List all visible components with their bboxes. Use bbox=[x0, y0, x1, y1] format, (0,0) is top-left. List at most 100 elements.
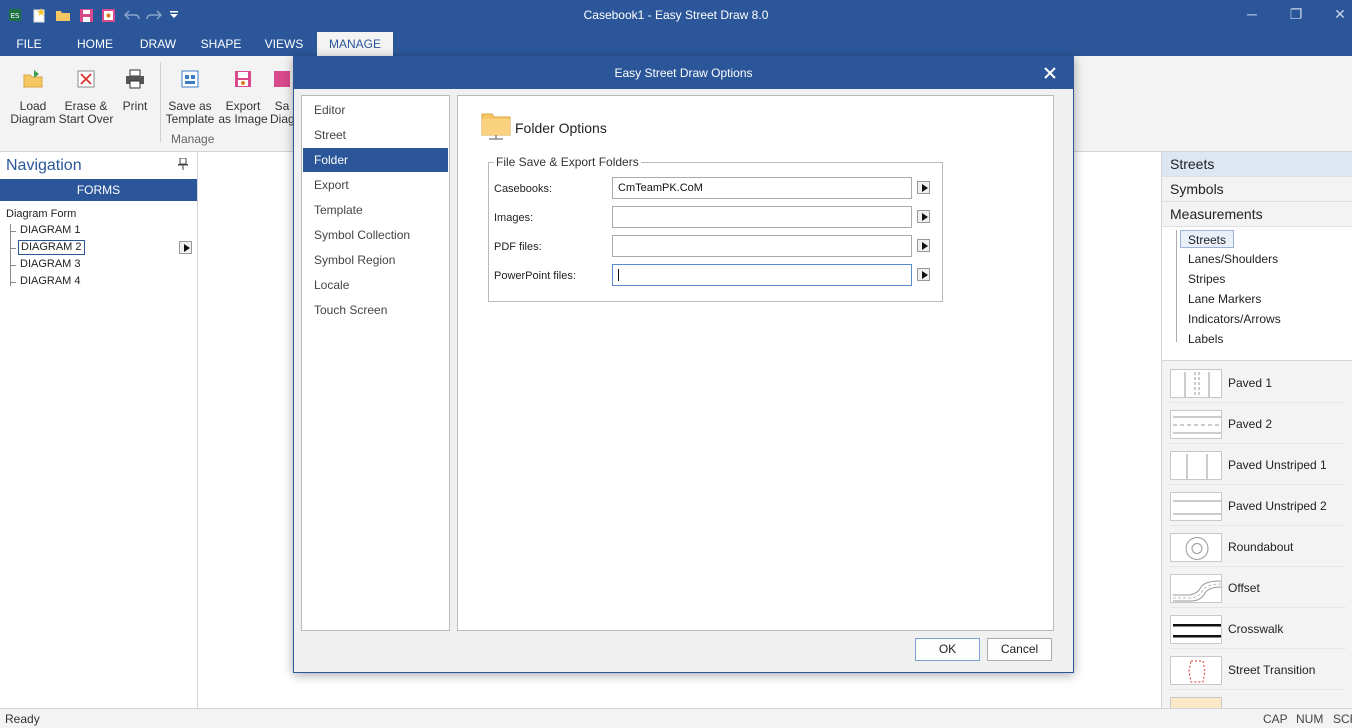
pdf-folder-input[interactable] bbox=[612, 235, 912, 257]
title-bar: ES Casebook1 - Easy Street Draw 8.0 ─ ❐ … bbox=[0, 0, 1352, 32]
option-category-editor[interactable]: Editor bbox=[303, 98, 448, 122]
shape-offset[interactable]: Offset bbox=[1170, 570, 1346, 608]
print-label: Print bbox=[122, 99, 148, 113]
subitem-indicators-arrows[interactable]: Indicators/Arrows bbox=[1188, 310, 1281, 328]
tab-views[interactable]: VIEWS bbox=[258, 32, 310, 56]
forms-header[interactable]: FORMS bbox=[0, 179, 197, 201]
shape-crosswalk[interactable]: Crosswalk bbox=[1170, 611, 1346, 649]
close-window-button[interactable]: ✕ bbox=[1330, 6, 1350, 24]
images-browse-arrow-icon[interactable] bbox=[917, 210, 930, 223]
ribbon-separator bbox=[160, 62, 161, 142]
paved-1-thumbnail bbox=[1170, 369, 1222, 398]
tree-item-diagram-3[interactable]: DIAGRAM 3 bbox=[18, 258, 83, 273]
paved-unstriped-1-thumbnail bbox=[1170, 451, 1222, 480]
shape-label: Offset bbox=[1228, 581, 1260, 595]
powerpoint-folder-input[interactable] bbox=[612, 264, 912, 286]
tree-item-diagram-2[interactable]: DIAGRAM 2 bbox=[18, 240, 85, 255]
option-category-touch-screen[interactable]: Touch Screen bbox=[303, 298, 448, 322]
shape-partial[interactable] bbox=[1170, 693, 1346, 709]
powerpoint-browse-arrow-icon[interactable] bbox=[917, 268, 930, 281]
scroll-lock-indicator: SCR bbox=[1333, 712, 1352, 726]
pdf-files-label: PDF files: bbox=[494, 241, 542, 253]
panel-title: Folder Options bbox=[515, 120, 607, 136]
category-measurements[interactable]: Measurements bbox=[1162, 202, 1352, 227]
erase-label-2: Start Over bbox=[58, 112, 114, 126]
dialog-title: Easy Street Draw Options bbox=[294, 57, 1073, 89]
save-diagram-button[interactable]: Sa Diag bbox=[270, 64, 294, 126]
category-symbols[interactable]: Symbols bbox=[1162, 177, 1352, 202]
casebooks-browse-arrow-icon[interactable] bbox=[917, 181, 930, 194]
tab-home[interactable]: HOME bbox=[68, 32, 122, 56]
status-bar: Ready CAP NUM SCR bbox=[0, 708, 1352, 728]
shape-gallery: Paved 1 Paved 2 Paved Unstriped 1 Paved … bbox=[1162, 360, 1352, 709]
tab-shape[interactable]: SHAPE bbox=[194, 32, 248, 56]
tree-connector bbox=[10, 224, 11, 286]
shape-street-transition[interactable]: Street Transition bbox=[1170, 652, 1346, 690]
tree-item-diagram-4[interactable]: DIAGRAM 4 bbox=[18, 275, 83, 290]
cancel-button[interactable]: Cancel bbox=[987, 638, 1052, 661]
caps-lock-indicator: CAP bbox=[1263, 712, 1288, 726]
shape-label: Crosswalk bbox=[1228, 622, 1284, 636]
shape-label: Street Transition bbox=[1228, 663, 1316, 677]
option-category-export[interactable]: Export bbox=[303, 173, 448, 197]
print-button[interactable]: Print bbox=[116, 64, 154, 113]
street-transition-thumbnail bbox=[1170, 656, 1222, 685]
shape-roundabout[interactable]: Roundabout bbox=[1170, 529, 1346, 567]
load-diagram-icon bbox=[22, 68, 44, 90]
tree-connector bbox=[10, 248, 16, 249]
subitem-labels[interactable]: Labels bbox=[1188, 330, 1223, 348]
tree-root-diagram-form[interactable]: Diagram Form bbox=[6, 208, 76, 220]
subitem-streets[interactable]: Streets bbox=[1180, 230, 1235, 248]
offset-thumbnail bbox=[1170, 574, 1222, 603]
subtree-connector bbox=[1176, 230, 1177, 342]
pdf-browse-arrow-icon[interactable] bbox=[917, 239, 930, 252]
tab-file[interactable]: FILE bbox=[8, 32, 50, 56]
paved-2-thumbnail bbox=[1170, 410, 1222, 439]
export-image-icon bbox=[232, 68, 254, 90]
option-category-template[interactable]: Template bbox=[303, 198, 448, 222]
roundabout-thumbnail bbox=[1170, 533, 1222, 562]
tree-item-diagram-1[interactable]: DIAGRAM 1 bbox=[18, 224, 83, 239]
save-diagram-label-2: Diag bbox=[270, 112, 294, 126]
option-category-symbol-region[interactable]: Symbol Region bbox=[303, 248, 448, 272]
erase-start-over-button[interactable]: Erase & Start Over bbox=[58, 64, 114, 126]
images-folder-input[interactable] bbox=[612, 206, 912, 228]
shape-paved-1[interactable]: Paved 1 bbox=[1170, 365, 1346, 403]
save-template-label-2: Template bbox=[165, 112, 215, 126]
restore-button[interactable]: ❐ bbox=[1286, 6, 1306, 24]
expand-arrow-icon[interactable] bbox=[179, 241, 192, 254]
ok-button[interactable]: OK bbox=[915, 638, 980, 661]
folder-icon bbox=[481, 110, 511, 140]
option-category-street[interactable]: Street bbox=[303, 123, 448, 147]
group-label-manage: Manage bbox=[171, 132, 215, 146]
tree-connector bbox=[10, 282, 16, 283]
option-category-folder[interactable]: Folder bbox=[303, 148, 448, 172]
option-category-locale[interactable]: Locale bbox=[303, 273, 448, 297]
casebooks-folder-input[interactable]: CmTeamPK.CoM bbox=[612, 177, 912, 199]
tab-draw[interactable]: DRAW bbox=[132, 32, 184, 56]
printer-icon bbox=[124, 68, 146, 90]
export-as-image-button[interactable]: Export as Image bbox=[217, 64, 269, 126]
shape-paved-unstriped-2[interactable]: Paved Unstriped 2 bbox=[1170, 488, 1346, 526]
paved-unstriped-2-thumbnail bbox=[1170, 492, 1222, 521]
pin-icon[interactable] bbox=[178, 157, 188, 173]
navigation-title: Navigation bbox=[6, 157, 82, 174]
save-as-template-button[interactable]: Save as Template bbox=[164, 64, 216, 126]
window-title: Casebook1 - Easy Street Draw 8.0 bbox=[583, 8, 769, 22]
minimize-button[interactable]: ─ bbox=[1242, 6, 1262, 24]
shape-label: Paved 1 bbox=[1228, 376, 1273, 390]
subitem-stripes[interactable]: Stripes bbox=[1188, 270, 1225, 288]
subitem-lane-markers[interactable]: Lane Markers bbox=[1188, 290, 1261, 308]
category-streets[interactable]: Streets bbox=[1162, 152, 1352, 177]
shapes-pane: Streets Symbols Measurements Streets Lan… bbox=[1161, 152, 1352, 709]
option-category-symbol-collection[interactable]: Symbol Collection bbox=[303, 223, 448, 247]
close-icon bbox=[1044, 67, 1056, 79]
shape-paved-unstriped-1[interactable]: Paved Unstriped 1 bbox=[1170, 447, 1346, 485]
tab-manage[interactable]: MANAGE bbox=[317, 32, 393, 56]
options-category-list: Editor Street Folder Export Template Sym… bbox=[301, 95, 450, 631]
load-diagram-button[interactable]: Load Diagram bbox=[8, 64, 58, 126]
shape-paved-2[interactable]: Paved 2 bbox=[1170, 406, 1346, 444]
subitem-lanes-shoulders[interactable]: Lanes/Shoulders bbox=[1188, 250, 1278, 268]
erase-icon bbox=[75, 68, 97, 90]
dialog-close-button[interactable] bbox=[1041, 64, 1059, 82]
